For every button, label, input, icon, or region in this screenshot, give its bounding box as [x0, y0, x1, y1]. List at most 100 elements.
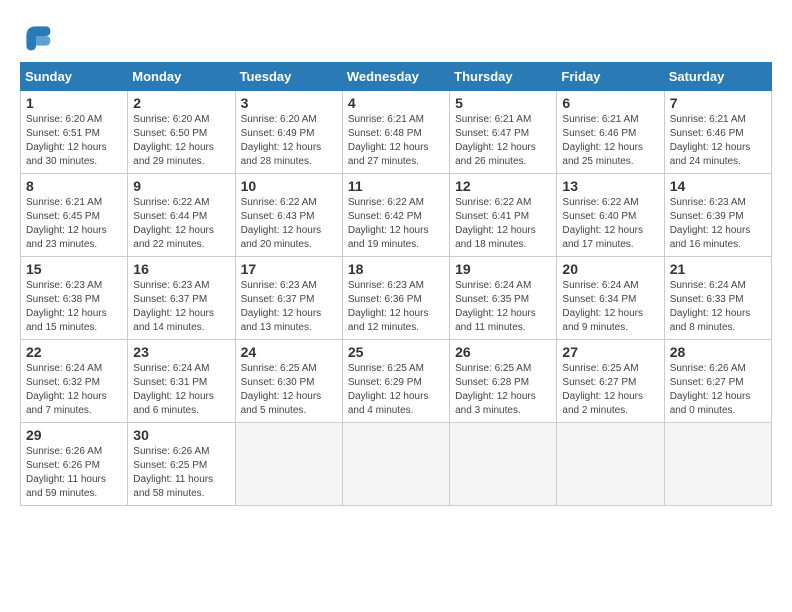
calendar-cell: 4 Sunrise: 6:21 AMSunset: 6:48 PMDayligh… — [342, 91, 449, 174]
calendar-cell: 28 Sunrise: 6:26 AMSunset: 6:27 PMDaylig… — [664, 340, 771, 423]
calendar-cell — [664, 423, 771, 506]
day-info: Sunrise: 6:23 AMSunset: 6:37 PMDaylight:… — [133, 279, 229, 335]
day-info: Sunrise: 6:24 AMSunset: 6:31 PMDaylight:… — [133, 362, 229, 418]
calendar-week-row: 8 Sunrise: 6:21 AMSunset: 6:45 PMDayligh… — [21, 174, 772, 257]
calendar-cell: 3 Sunrise: 6:20 AMSunset: 6:49 PMDayligh… — [235, 91, 342, 174]
day-number: 12 — [455, 178, 551, 194]
day-info: Sunrise: 6:24 AMSunset: 6:33 PMDaylight:… — [670, 279, 766, 335]
day-info: Sunrise: 6:20 AMSunset: 6:49 PMDaylight:… — [241, 113, 337, 169]
day-info: Sunrise: 6:20 AMSunset: 6:50 PMDaylight:… — [133, 113, 229, 169]
day-number: 8 — [26, 178, 122, 194]
calendar-cell — [450, 423, 557, 506]
calendar-cell: 22 Sunrise: 6:24 AMSunset: 6:32 PMDaylig… — [21, 340, 128, 423]
calendar-cell: 9 Sunrise: 6:22 AMSunset: 6:44 PMDayligh… — [128, 174, 235, 257]
day-info: Sunrise: 6:21 AMSunset: 6:47 PMDaylight:… — [455, 113, 551, 169]
day-number: 18 — [348, 261, 444, 277]
day-number: 3 — [241, 95, 337, 111]
calendar-cell: 16 Sunrise: 6:23 AMSunset: 6:37 PMDaylig… — [128, 257, 235, 340]
calendar-week-row: 22 Sunrise: 6:24 AMSunset: 6:32 PMDaylig… — [21, 340, 772, 423]
calendar-week-row: 1 Sunrise: 6:20 AMSunset: 6:51 PMDayligh… — [21, 91, 772, 174]
day-info: Sunrise: 6:21 AMSunset: 6:45 PMDaylight:… — [26, 196, 122, 252]
day-info: Sunrise: 6:22 AMSunset: 6:42 PMDaylight:… — [348, 196, 444, 252]
calendar-table: Sunday Monday Tuesday Wednesday Thursday… — [20, 62, 772, 506]
weekday-header-row: Sunday Monday Tuesday Wednesday Thursday… — [21, 63, 772, 91]
calendar-week-row: 29 Sunrise: 6:26 AMSunset: 6:26 PMDaylig… — [21, 423, 772, 506]
day-info: Sunrise: 6:20 AMSunset: 6:51 PMDaylight:… — [26, 113, 122, 169]
day-number: 10 — [241, 178, 337, 194]
day-info: Sunrise: 6:22 AMSunset: 6:41 PMDaylight:… — [455, 196, 551, 252]
day-info: Sunrise: 6:21 AMSunset: 6:48 PMDaylight:… — [348, 113, 444, 169]
day-number: 21 — [670, 261, 766, 277]
day-number: 4 — [348, 95, 444, 111]
calendar-cell: 27 Sunrise: 6:25 AMSunset: 6:27 PMDaylig… — [557, 340, 664, 423]
calendar-cell: 10 Sunrise: 6:22 AMSunset: 6:43 PMDaylig… — [235, 174, 342, 257]
header-sunday: Sunday — [21, 63, 128, 91]
day-info: Sunrise: 6:21 AMSunset: 6:46 PMDaylight:… — [670, 113, 766, 169]
day-info: Sunrise: 6:26 AMSunset: 6:25 PMDaylight:… — [133, 445, 229, 501]
day-info: Sunrise: 6:25 AMSunset: 6:30 PMDaylight:… — [241, 362, 337, 418]
day-number: 17 — [241, 261, 337, 277]
calendar-cell: 30 Sunrise: 6:26 AMSunset: 6:25 PMDaylig… — [128, 423, 235, 506]
calendar-cell: 23 Sunrise: 6:24 AMSunset: 6:31 PMDaylig… — [128, 340, 235, 423]
day-number: 25 — [348, 344, 444, 360]
calendar-cell: 1 Sunrise: 6:20 AMSunset: 6:51 PMDayligh… — [21, 91, 128, 174]
day-number: 14 — [670, 178, 766, 194]
header — [20, 20, 772, 52]
day-info: Sunrise: 6:24 AMSunset: 6:32 PMDaylight:… — [26, 362, 122, 418]
day-number: 1 — [26, 95, 122, 111]
header-thursday: Thursday — [450, 63, 557, 91]
calendar-cell: 29 Sunrise: 6:26 AMSunset: 6:26 PMDaylig… — [21, 423, 128, 506]
day-number: 22 — [26, 344, 122, 360]
day-number: 7 — [670, 95, 766, 111]
header-saturday: Saturday — [664, 63, 771, 91]
day-number: 24 — [241, 344, 337, 360]
calendar-cell: 19 Sunrise: 6:24 AMSunset: 6:35 PMDaylig… — [450, 257, 557, 340]
calendar-cell — [235, 423, 342, 506]
calendar-cell: 12 Sunrise: 6:22 AMSunset: 6:41 PMDaylig… — [450, 174, 557, 257]
calendar-cell: 6 Sunrise: 6:21 AMSunset: 6:46 PMDayligh… — [557, 91, 664, 174]
page-container: Sunday Monday Tuesday Wednesday Thursday… — [20, 20, 772, 506]
header-wednesday: Wednesday — [342, 63, 449, 91]
day-number: 26 — [455, 344, 551, 360]
day-info: Sunrise: 6:22 AMSunset: 6:44 PMDaylight:… — [133, 196, 229, 252]
day-number: 11 — [348, 178, 444, 194]
calendar-cell: 2 Sunrise: 6:20 AMSunset: 6:50 PMDayligh… — [128, 91, 235, 174]
calendar-cell: 20 Sunrise: 6:24 AMSunset: 6:34 PMDaylig… — [557, 257, 664, 340]
day-info: Sunrise: 6:23 AMSunset: 6:37 PMDaylight:… — [241, 279, 337, 335]
day-info: Sunrise: 6:25 AMSunset: 6:27 PMDaylight:… — [562, 362, 658, 418]
calendar-cell — [557, 423, 664, 506]
calendar-cell: 14 Sunrise: 6:23 AMSunset: 6:39 PMDaylig… — [664, 174, 771, 257]
day-number: 16 — [133, 261, 229, 277]
calendar-cell: 13 Sunrise: 6:22 AMSunset: 6:40 PMDaylig… — [557, 174, 664, 257]
calendar-cell — [342, 423, 449, 506]
header-friday: Friday — [557, 63, 664, 91]
calendar-cell: 17 Sunrise: 6:23 AMSunset: 6:37 PMDaylig… — [235, 257, 342, 340]
day-number: 30 — [133, 427, 229, 443]
day-info: Sunrise: 6:23 AMSunset: 6:39 PMDaylight:… — [670, 196, 766, 252]
day-info: Sunrise: 6:22 AMSunset: 6:40 PMDaylight:… — [562, 196, 658, 252]
day-number: 13 — [562, 178, 658, 194]
day-info: Sunrise: 6:23 AMSunset: 6:36 PMDaylight:… — [348, 279, 444, 335]
calendar-cell: 25 Sunrise: 6:25 AMSunset: 6:29 PMDaylig… — [342, 340, 449, 423]
calendar-cell: 8 Sunrise: 6:21 AMSunset: 6:45 PMDayligh… — [21, 174, 128, 257]
day-number: 9 — [133, 178, 229, 194]
logo — [20, 20, 58, 52]
calendar-cell: 24 Sunrise: 6:25 AMSunset: 6:30 PMDaylig… — [235, 340, 342, 423]
day-number: 15 — [26, 261, 122, 277]
day-number: 27 — [562, 344, 658, 360]
day-number: 2 — [133, 95, 229, 111]
day-info: Sunrise: 6:22 AMSunset: 6:43 PMDaylight:… — [241, 196, 337, 252]
day-info: Sunrise: 6:24 AMSunset: 6:34 PMDaylight:… — [562, 279, 658, 335]
calendar-cell: 18 Sunrise: 6:23 AMSunset: 6:36 PMDaylig… — [342, 257, 449, 340]
logo-icon — [20, 20, 52, 52]
day-number: 23 — [133, 344, 229, 360]
header-tuesday: Tuesday — [235, 63, 342, 91]
day-number: 20 — [562, 261, 658, 277]
day-info: Sunrise: 6:24 AMSunset: 6:35 PMDaylight:… — [455, 279, 551, 335]
calendar-cell: 21 Sunrise: 6:24 AMSunset: 6:33 PMDaylig… — [664, 257, 771, 340]
day-number: 5 — [455, 95, 551, 111]
day-number: 19 — [455, 261, 551, 277]
calendar-cell: 11 Sunrise: 6:22 AMSunset: 6:42 PMDaylig… — [342, 174, 449, 257]
day-number: 28 — [670, 344, 766, 360]
day-number: 6 — [562, 95, 658, 111]
